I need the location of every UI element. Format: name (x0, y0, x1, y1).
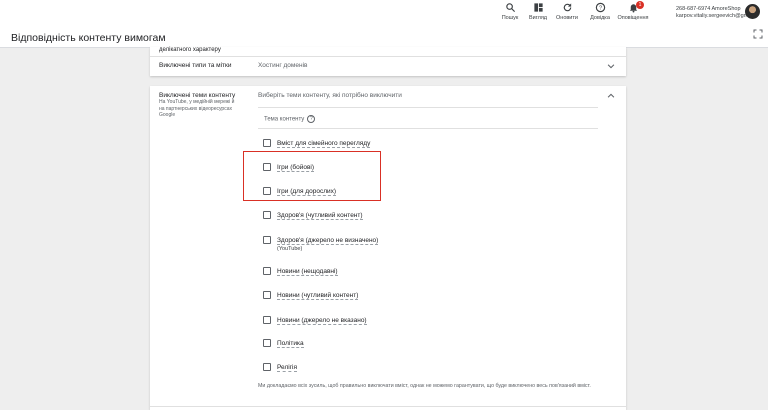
excluded-types-label: Виключені типи та мітки (159, 62, 232, 69)
excluded-topics-subtext: На YouTube, у медійній мережі й на партн… (159, 99, 235, 118)
svg-text:?: ? (598, 6, 601, 12)
help-label: Довідка (590, 15, 610, 21)
excluded-topics-heading: Виключені теми контенту (159, 92, 236, 99)
option-label: Політика (277, 339, 304, 348)
highlight-box (243, 151, 381, 201)
help-icon[interactable]: ? (307, 115, 316, 123)
refresh-button[interactable]: Оновити (549, 2, 585, 21)
checkbox[interactable] (263, 236, 271, 244)
checkbox[interactable] (263, 291, 271, 299)
avatar[interactable] (745, 4, 760, 19)
chevron-down-icon[interactable] (606, 61, 616, 71)
topics-prompt: Виберіть теми контенту, які потрібно вик… (258, 92, 402, 99)
column-header-label: Тема контенту (264, 116, 305, 123)
checkbox[interactable] (263, 316, 271, 324)
option-label: Новини (джерело не вказано) (277, 316, 367, 325)
option-sublabel: (YouTube) (277, 246, 303, 252)
excluded-types-card: делікатного характеру Виключені типи та … (150, 47, 626, 76)
chevron-up-icon[interactable] (606, 91, 616, 101)
option-news-unspecified[interactable]: Новини (джерело не вказано) (263, 316, 367, 325)
divider (150, 406, 626, 407)
account-id: 268-687-6974 AmoreShop (676, 6, 741, 12)
checkbox[interactable] (263, 363, 271, 371)
option-health-sensitive[interactable]: Здоров'я (чутливий контент) (263, 211, 363, 220)
checkbox[interactable] (263, 267, 271, 275)
divider (258, 128, 598, 129)
option-label: Новини (нещодавні) (277, 267, 338, 276)
option-politics[interactable]: Політика (263, 339, 304, 348)
divider (150, 56, 626, 57)
disclaimer-text: Ми докладаємо всіх зусиль, щоб правильно… (258, 383, 591, 389)
account-email: karpov.vitaliy.sergeevich@gm... (676, 13, 753, 19)
notifications-button[interactable]: 1 Оповіщення (615, 1, 651, 21)
refresh-label: Оновити (556, 15, 578, 21)
option-news-sensitive[interactable]: Новини (чутливий контент) (263, 291, 359, 300)
checkbox[interactable] (263, 139, 271, 147)
help-icon: ? (595, 2, 605, 13)
option-family-content[interactable]: Вміст для сімейного перегляду (263, 139, 371, 148)
column-header: Тема контенту? (264, 115, 316, 123)
checkbox[interactable] (263, 211, 271, 219)
option-news-recent[interactable]: Новини (нещодавні) (263, 267, 338, 276)
view-icon (533, 3, 543, 12)
option-label: Вміст для сімейного перегляду (277, 139, 371, 148)
option-label: Релігія (277, 363, 298, 372)
search-icon (505, 3, 515, 13)
option-label: Новини (чутливий контент) (277, 291, 359, 300)
option-religion[interactable]: Релігія (263, 363, 298, 372)
excluded-types-value: Хостинг доменів (258, 62, 308, 69)
refresh-icon (563, 3, 571, 12)
truncated-text: делікатного характеру (159, 47, 221, 53)
account-info[interactable]: 268-687-6974 AmoreShop karpov.vitaliy.se… (676, 6, 753, 20)
fullscreen-icon[interactable] (752, 28, 764, 40)
excluded-topics-card: Виключені теми контенту На YouTube, у ме… (150, 86, 626, 410)
notifications-badge: 1 (636, 1, 644, 9)
divider (258, 107, 598, 108)
option-label: Здоров'я (чутливий контент) (277, 211, 363, 220)
page-title: Відповідність контенту вимогам (11, 32, 166, 44)
checkbox[interactable] (263, 339, 271, 347)
option-health-unspecified[interactable]: Здоров'я (джерело не визначено) (YouTube) (263, 236, 379, 252)
option-label: Здоров'я (джерело не визначено) (277, 236, 379, 245)
notifications-label: Оповіщення (617, 15, 649, 21)
top-toolbar: Пошук Вигляд Оновити ? Довідка 1 Оповіще… (0, 0, 768, 26)
help-button[interactable]: ? Довідка (582, 2, 618, 21)
